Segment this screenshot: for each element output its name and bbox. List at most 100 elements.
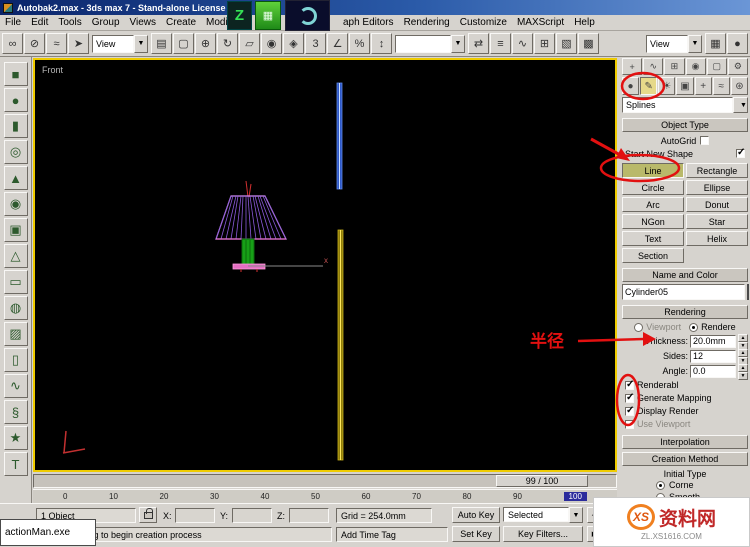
name-color-rollout[interactable]: Name and Color: [622, 268, 748, 282]
hierarchy-tab-icon[interactable]: ⊞: [664, 58, 685, 75]
checkbox-icon[interactable]: [625, 405, 634, 416]
key-selection-dropdown[interactable]: Selected: [503, 507, 569, 522]
selected-dropdown-arrow-icon[interactable]: ▼: [569, 507, 583, 523]
object-type-button[interactable]: Star: [686, 214, 748, 229]
box-icon[interactable]: ■: [3, 62, 28, 86]
motion-tab-icon[interactable]: ◉: [685, 58, 706, 75]
object-name-input[interactable]: [622, 284, 745, 300]
menu-item[interactable]: Views: [125, 17, 162, 28]
create-tab-icon[interactable]: +: [622, 58, 643, 75]
selection-lock-button[interactable]: [139, 507, 157, 523]
object-type-rollout[interactable]: Object Type: [622, 118, 748, 132]
sphere-icon[interactable]: ●: [3, 88, 28, 112]
snap-3d-icon[interactable]: 3: [305, 33, 326, 54]
menu-item[interactable]: MAXScript: [512, 17, 569, 28]
angle-input[interactable]: [690, 364, 736, 378]
key-filters-button[interactable]: Key Filters...: [503, 526, 583, 542]
spline-icon[interactable]: ∿: [3, 374, 28, 398]
splines-dropdown[interactable]: Splines ▼: [622, 97, 748, 113]
object-type-button[interactable]: Section: [622, 248, 684, 263]
manipulate-icon[interactable]: ◈: [283, 33, 304, 54]
z-coordinate-input[interactable]: [289, 508, 329, 523]
helpers-category-icon[interactable]: +: [694, 77, 712, 95]
align-icon[interactable]: ≡: [490, 33, 511, 54]
menu-item[interactable]: File: [0, 17, 26, 28]
capsule-icon[interactable]: ▯: [3, 348, 28, 372]
spinner-snap-icon[interactable]: ↕: [371, 33, 392, 54]
text-icon[interactable]: T: [3, 452, 28, 476]
select-by-name-icon[interactable]: ▤: [151, 33, 172, 54]
y-coordinate-input[interactable]: [232, 508, 272, 523]
sides-input[interactable]: [690, 349, 736, 363]
object-type-button[interactable]: Line: [622, 163, 684, 178]
object-color-swatch[interactable]: [747, 284, 749, 300]
object-type-button[interactable]: NGon: [622, 214, 684, 229]
sides-spin-up-icon[interactable]: ▲: [738, 349, 748, 357]
spacewarps-category-icon[interactable]: ≈: [712, 77, 730, 95]
cameras-category-icon[interactable]: ▣: [676, 77, 694, 95]
angle-snap-icon[interactable]: ∠: [327, 33, 348, 54]
x-coordinate-input[interactable]: [175, 508, 215, 523]
radio-icon[interactable]: [689, 322, 699, 332]
systems-category-icon[interactable]: ⊛: [730, 77, 748, 95]
teapot-icon[interactable]: ◍: [3, 296, 28, 320]
lamp-object[interactable]: [215, 180, 287, 272]
view-dropdown[interactable]: View ▼: [646, 34, 702, 53]
menu-item[interactable]: Help: [569, 17, 600, 28]
menu-item[interactable]: Create: [161, 17, 201, 28]
curve-editor-icon[interactable]: ∿: [512, 33, 533, 54]
initial-type-option[interactable]: Corne: [622, 479, 748, 491]
auto-key-button[interactable]: Auto Key: [452, 507, 500, 523]
rendering-checkbox-row[interactable]: Generate Mapping: [622, 392, 748, 404]
menu-item[interactable]: aph Editors: [338, 17, 399, 28]
pyramid-icon[interactable]: △: [3, 244, 28, 268]
schematic-view-icon[interactable]: ⊞: [534, 33, 555, 54]
render-type-icon[interactable]: ▦: [705, 33, 726, 54]
checkbox-icon[interactable]: [625, 379, 634, 390]
thickness-spin-up-icon[interactable]: ▲: [738, 334, 748, 342]
pivot-center-icon[interactable]: ◉: [261, 33, 282, 54]
rendering-checkbox-row[interactable]: Renderabl: [622, 379, 748, 391]
radio-icon[interactable]: [634, 322, 644, 332]
start-new-shape-checkbox[interactable]: [736, 147, 745, 158]
menu-item[interactable]: Tools: [53, 17, 86, 28]
star-icon[interactable]: ★: [3, 426, 28, 450]
blue-spline-object[interactable]: [336, 82, 343, 190]
menu-item[interactable]: Group: [87, 17, 125, 28]
region-select-icon[interactable]: ▢: [173, 33, 194, 54]
render-mode-radio[interactable]: Viewport: [634, 321, 681, 333]
chamfer-box-icon[interactable]: ▨: [3, 322, 28, 346]
unlink-icon[interactable]: ⊘: [24, 33, 45, 54]
object-type-button[interactable]: Rectangle: [686, 163, 748, 178]
angle-spin-up-icon[interactable]: ▲: [738, 364, 748, 372]
helix-icon[interactable]: §: [3, 400, 28, 424]
geosphere-icon[interactable]: ◉: [3, 192, 28, 216]
move-icon[interactable]: ⊕: [195, 33, 216, 54]
rendering-checkbox-row[interactable]: Use Viewport: [622, 418, 748, 430]
display-tab-icon[interactable]: ▢: [706, 58, 727, 75]
splines-dropdown-arrow-icon[interactable]: ▼: [733, 97, 748, 113]
select-link-icon[interactable]: ∞: [2, 33, 23, 54]
modify-tab-icon[interactable]: ∿: [643, 58, 664, 75]
object-type-button[interactable]: Helix: [686, 231, 748, 246]
mirror-icon[interactable]: ⇄: [468, 33, 489, 54]
plane-icon[interactable]: ▭: [3, 270, 28, 294]
render-scene-icon[interactable]: ▩: [578, 33, 599, 54]
material-editor-icon[interactable]: ▧: [556, 33, 577, 54]
utilities-tab-icon[interactable]: ⚙: [727, 58, 749, 75]
tube-icon[interactable]: ▣: [3, 218, 28, 242]
torus-icon[interactable]: ◎: [3, 140, 28, 164]
object-type-button[interactable]: Donut: [686, 197, 748, 212]
set-key-button[interactable]: Set Key: [452, 526, 500, 542]
front-viewport[interactable]: Front x: [33, 58, 617, 472]
object-type-button[interactable]: Arc: [622, 197, 684, 212]
yellow-cylinder-object[interactable]: [337, 229, 344, 461]
render-mode-radio[interactable]: Rendere: [689, 321, 736, 333]
percent-snap-icon[interactable]: %: [349, 33, 370, 54]
creation-method-rollout[interactable]: Creation Method: [622, 452, 748, 466]
object-type-button[interactable]: Ellipse: [686, 180, 748, 195]
select-object-icon[interactable]: ➤: [68, 33, 89, 54]
rendering-checkbox-row[interactable]: Display Render: [622, 405, 748, 417]
rotate-icon[interactable]: ↻: [217, 33, 238, 54]
cylinder-icon[interactable]: ▮: [3, 114, 28, 138]
